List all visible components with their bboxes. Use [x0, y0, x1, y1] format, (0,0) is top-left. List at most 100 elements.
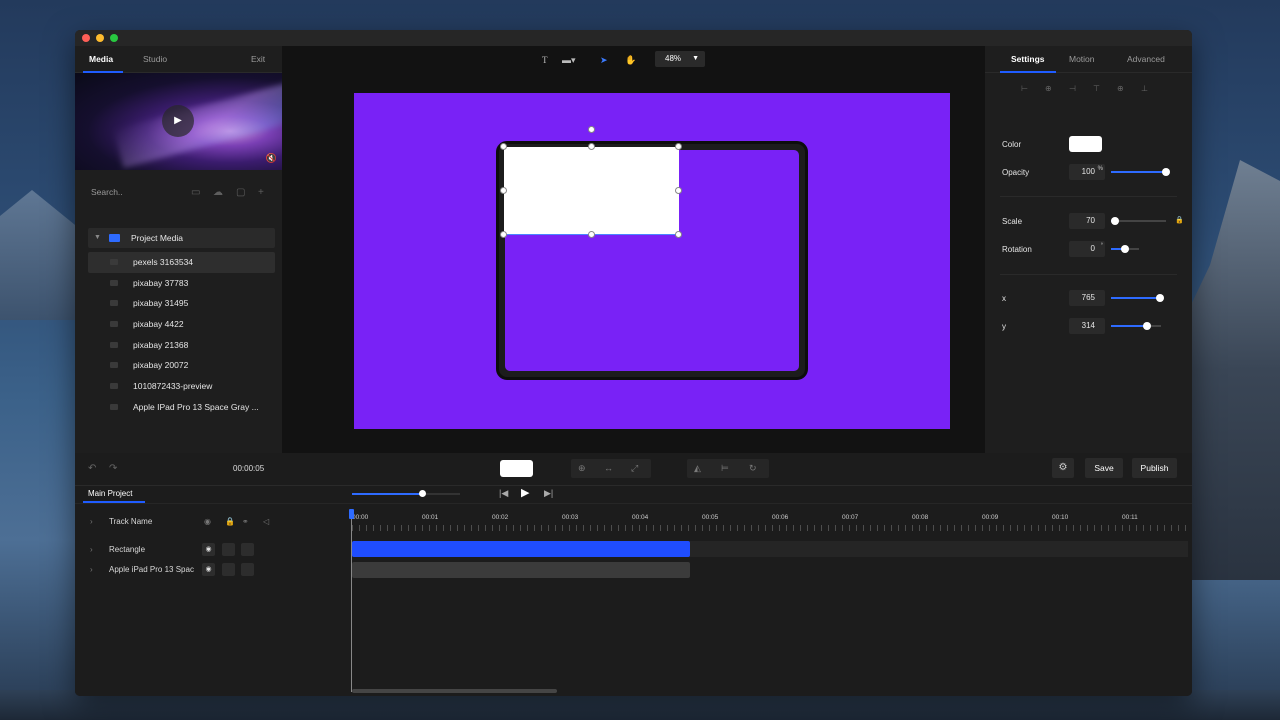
hand-tool-icon[interactable]: ✋ — [625, 55, 636, 66]
x-slider[interactable] — [1111, 294, 1164, 302]
settings-gear-button[interactable]: ⚙ — [1052, 458, 1074, 478]
media-item[interactable]: 1010872433-preview — [88, 376, 275, 397]
y-slider[interactable] — [1111, 322, 1161, 330]
time-ruler[interactable]: 00:00 00:01 00:02 00:03 00:04 00:05 00:0… — [352, 509, 1188, 531]
lock-toggle[interactable] — [222, 563, 235, 576]
media-item[interactable]: pixabay 21368 — [88, 335, 275, 356]
mute-icon[interactable]: 🔇 — [266, 153, 277, 164]
flip-horizontal-icon[interactable]: ◭ — [694, 463, 701, 474]
resize-handle-r[interactable] — [675, 187, 682, 194]
resize-handle-t[interactable] — [588, 143, 595, 150]
rotate-icon[interactable]: ↻ — [749, 463, 757, 474]
search-input[interactable] — [91, 183, 181, 201]
publish-button[interactable]: Publish — [1132, 458, 1177, 478]
select-tool-icon[interactable]: ➤ — [600, 55, 608, 66]
media-item[interactable]: pixabay 37783 — [88, 273, 275, 294]
resize-handle-tl[interactable] — [500, 143, 507, 150]
selected-rectangle[interactable] — [504, 147, 679, 235]
scale-slider-knob[interactable] — [1111, 217, 1119, 225]
visibility-toggle[interactable]: ◉ — [202, 543, 215, 556]
timeline-zoom-slider[interactable] — [352, 490, 460, 497]
opacity-slider-knob[interactable] — [1162, 168, 1170, 176]
lock-icon[interactable]: 🔒 — [225, 517, 235, 526]
minimize-window-button[interactable] — [96, 34, 104, 42]
cloud-upload-icon[interactable]: ☁ — [213, 187, 223, 198]
rectangle-clip[interactable] — [352, 541, 690, 557]
eye-icon[interactable]: ◉ — [204, 517, 211, 526]
media-item[interactable]: pixabay 31495 — [88, 293, 275, 314]
chevron-right-icon[interactable]: › — [90, 565, 93, 574]
resize-handle-b[interactable] — [588, 231, 595, 238]
redo-icon[interactable]: ↷ — [109, 463, 117, 474]
rotate-handle[interactable] — [588, 126, 595, 133]
exit-button[interactable]: Exit — [251, 54, 265, 64]
media-item[interactable]: Apple IPad Pro 13 Space Gray ... — [88, 397, 275, 418]
ipad-clip[interactable] — [352, 562, 690, 578]
visibility-toggle[interactable]: ◉ — [202, 563, 215, 576]
x-input[interactable]: 765 — [1069, 290, 1105, 306]
scale-input[interactable]: 70 — [1069, 213, 1105, 229]
opacity-input[interactable]: 100 % — [1069, 164, 1105, 180]
close-window-button[interactable] — [82, 34, 90, 42]
media-item[interactable]: pixabay 20072 — [88, 355, 275, 376]
tab-settings[interactable]: Settings — [1011, 54, 1045, 64]
tab-advanced[interactable]: Advanced — [1127, 54, 1165, 64]
resize-handle-l[interactable] — [500, 187, 507, 194]
media-item[interactable]: pixabay 4422 — [88, 314, 275, 335]
skip-forward-icon[interactable]: ▶| — [544, 488, 553, 499]
swap-horizontal-icon[interactable]: ↔ — [604, 463, 613, 473]
link-toggle[interactable] — [241, 543, 254, 556]
rotation-slider-knob[interactable] — [1121, 245, 1129, 253]
zoom-window-button[interactable] — [110, 34, 118, 42]
color-swatch[interactable] — [1069, 136, 1102, 152]
y-slider-knob[interactable] — [1143, 322, 1151, 330]
align-middle-v-icon[interactable]: ⊕ — [1117, 84, 1127, 94]
playhead-handle[interactable] — [349, 509, 354, 519]
track-row[interactable]: › Apple iPad Pro 13 Spac ◉ — [75, 560, 350, 580]
preview-play-button[interactable]: ▶ — [162, 105, 194, 137]
fill-color-pill[interactable] — [500, 460, 533, 477]
text-tool-icon[interactable]: T — [542, 55, 548, 65]
stage[interactable] — [354, 93, 950, 429]
undo-icon[interactable]: ↶ — [88, 463, 96, 474]
lock-toggle[interactable] — [222, 543, 235, 556]
rotation-input[interactable]: 0 ° — [1069, 241, 1105, 257]
opacity-slider[interactable] — [1111, 168, 1170, 176]
scale-slider[interactable] — [1111, 217, 1166, 225]
horizontal-scrollbar[interactable] — [352, 689, 557, 693]
expand-icon[interactable]: ⤢ — [631, 463, 638, 474]
align-right-icon[interactable]: ⊣ — [1069, 84, 1079, 94]
link-icon[interactable]: ⚭ — [242, 517, 249, 526]
tab-studio[interactable]: Studio — [143, 54, 167, 64]
zoom-select[interactable]: 48% ▼ — [655, 51, 705, 67]
link-toggle[interactable] — [241, 563, 254, 576]
align-left-icon[interactable]: ⊢ — [1021, 84, 1031, 94]
align-center-h-icon[interactable]: ⊕ — [1045, 84, 1055, 94]
media-item[interactable]: pexels 3163534 — [88, 252, 275, 273]
resize-handle-tr[interactable] — [675, 143, 682, 150]
resize-handle-bl[interactable] — [500, 231, 507, 238]
flip-vertical-icon[interactable]: ⊨ — [721, 463, 729, 474]
volume-icon[interactable]: ◁ — [263, 517, 269, 526]
tab-main-project[interactable]: Main Project — [88, 489, 132, 498]
target-icon[interactable]: ⊕ — [578, 463, 586, 474]
y-input[interactable]: 314 — [1069, 318, 1105, 334]
align-bottom-icon[interactable]: ⊥ — [1141, 84, 1151, 94]
shape-tool-icon[interactable]: ▬▾ — [562, 55, 576, 66]
chevron-right-icon[interactable]: › — [90, 517, 93, 526]
folder-project-media[interactable]: ▼ Project Media — [88, 228, 275, 248]
skip-back-icon[interactable]: |◀ — [499, 488, 508, 499]
timeline-zoom-knob[interactable] — [419, 490, 426, 497]
add-icon[interactable]: + — [258, 187, 264, 198]
tab-media[interactable]: Media — [89, 54, 113, 64]
rotation-slider[interactable] — [1111, 245, 1139, 253]
lock-icon[interactable]: 🔒 — [1175, 216, 1184, 224]
play-icon[interactable]: ▶ — [521, 486, 529, 499]
chevron-right-icon[interactable]: › — [90, 545, 93, 554]
x-slider-knob[interactable] — [1156, 294, 1164, 302]
align-top-icon[interactable]: ⊤ — [1093, 84, 1103, 94]
resize-handle-br[interactable] — [675, 231, 682, 238]
tab-motion[interactable]: Motion — [1069, 54, 1095, 64]
save-button[interactable]: Save — [1085, 458, 1123, 478]
folder-icon[interactable]: ▢ — [236, 187, 245, 198]
